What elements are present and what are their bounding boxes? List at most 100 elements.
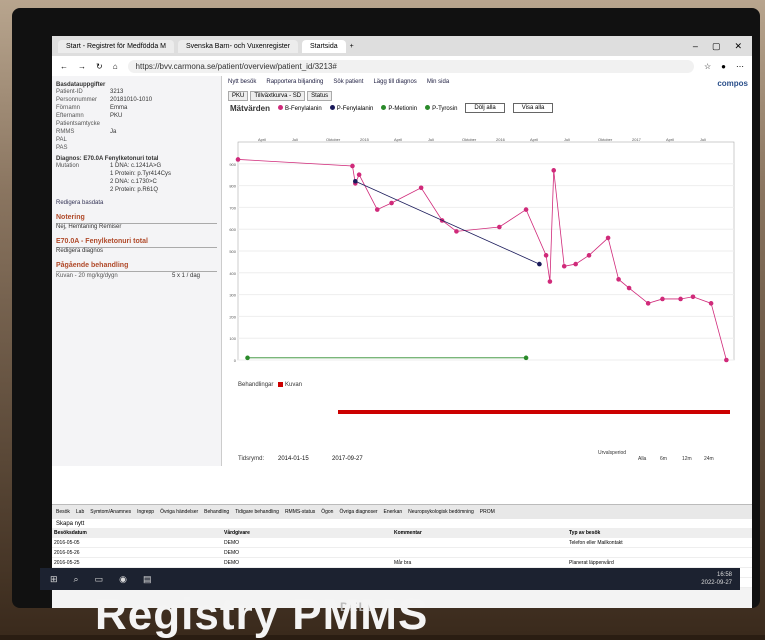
mutation-list: 1 DNA: c.1241A>G 1 Protein: p.Tyr414Cys 2 … bbox=[110, 162, 171, 194]
address-bar: ← → ↻ ⌂ https://bvv.carmona.se/patient/o… bbox=[52, 56, 752, 77]
range-button[interactable]: Alla bbox=[638, 456, 647, 462]
data-point bbox=[418, 185, 424, 191]
taskview-icon[interactable]: ▭ bbox=[95, 574, 104, 585]
y-tick-label: 600 bbox=[229, 227, 236, 232]
hide-all-button[interactable]: Dölj alla bbox=[465, 103, 505, 113]
tab-3[interactable]: Startsida bbox=[302, 39, 346, 53]
table-row[interactable]: 2016-05-25 DEMO Mår bra Planerat läppenvård bbox=[52, 558, 752, 568]
bottom-tab[interactable]: Behandling bbox=[204, 509, 229, 515]
treatment-drug: Kuvan - 20 mg/kg/dygn bbox=[56, 273, 118, 279]
toolbar-my-page[interactable]: Min sida bbox=[427, 79, 449, 88]
x-tick-label: April bbox=[530, 137, 538, 142]
data-point bbox=[561, 263, 567, 269]
home-icon[interactable]: ⌂ bbox=[113, 62, 118, 71]
legend-item-p-met[interactable]: P-Metionin bbox=[381, 104, 417, 112]
data-point bbox=[708, 301, 714, 306]
range-button[interactable]: 6m bbox=[660, 456, 667, 462]
table-row[interactable]: 2016-05-26 DEMO bbox=[52, 548, 752, 558]
start-icon[interactable]: ⊞ bbox=[50, 574, 58, 585]
forward-icon[interactable]: → bbox=[78, 62, 86, 71]
x-tick-label: Oktober bbox=[598, 137, 613, 142]
data-point bbox=[537, 261, 542, 267]
toolbar-search-patient[interactable]: Sök patient bbox=[333, 79, 363, 88]
bottom-tab[interactable]: PROM bbox=[480, 509, 495, 515]
minimize-icon[interactable]: – bbox=[693, 41, 698, 52]
edge-icon[interactable]: ◉ bbox=[119, 574, 127, 585]
bottom-tab[interactable]: Tidigare behandling bbox=[235, 509, 279, 515]
bottom-tab[interactable]: Besök bbox=[56, 509, 70, 515]
bottom-tab[interactable]: Lab bbox=[76, 509, 84, 515]
y-tick-label: 800 bbox=[229, 184, 236, 189]
close-icon[interactable]: ✕ bbox=[734, 41, 742, 52]
measurement-chart: 0 100 200 300 400 500 600 700 800 900 April Juli Okt… bbox=[229, 137, 735, 462]
col-caregiver[interactable]: Vårdgivare bbox=[224, 530, 394, 536]
new-tab-icon[interactable]: + bbox=[350, 43, 354, 50]
maximize-icon[interactable]: ▢ bbox=[712, 41, 721, 52]
table-cell: DEMO bbox=[224, 559, 239, 566]
data-point bbox=[350, 163, 355, 169]
toolbar-report[interactable]: Rapportera biljanding bbox=[266, 79, 323, 88]
col-comment[interactable]: Kommentar bbox=[394, 530, 569, 536]
mutation-item: 1 Protein: p.Tyr414Cys bbox=[110, 171, 172, 177]
create-new-button[interactable]: Skapa nytt bbox=[52, 520, 752, 528]
star-icon[interactable]: ☆ bbox=[704, 62, 711, 71]
treatment-section[interactable]: Pågående behandling bbox=[56, 262, 217, 272]
patient-field: Personnummer 20181010-1010 bbox=[56, 97, 153, 103]
search-icon[interactable]: ⌕ bbox=[74, 574, 79, 585]
col-type[interactable]: Typ av besök bbox=[569, 530, 752, 536]
data-point bbox=[645, 301, 651, 306]
reload-icon[interactable]: ↻ bbox=[96, 62, 103, 71]
patient-field: Efternamn PKU bbox=[56, 113, 123, 119]
data-point bbox=[690, 294, 696, 300]
data-point bbox=[547, 279, 553, 284]
url-field[interactable]: https://bvv.carmona.se/patient/overview/… bbox=[127, 59, 694, 73]
profile-icon[interactable]: ● bbox=[721, 62, 726, 71]
tab-pku[interactable]: PKU bbox=[228, 91, 249, 101]
x-tick-label: Juli bbox=[700, 137, 706, 142]
bottom-tab[interactable]: Symtom/Anamnes bbox=[90, 509, 131, 515]
data-point bbox=[353, 178, 358, 184]
bottom-tab[interactable]: Övriga diagnoser bbox=[339, 509, 377, 515]
show-all-button[interactable]: Visa alla bbox=[512, 103, 554, 113]
table-cell: Telefon eller Mailkontakt bbox=[569, 539, 623, 546]
diagnosis-section[interactable]: E70.0A - Fenylketonuri total bbox=[56, 238, 217, 248]
treatment-row: Kuvan - 20 mg/kg/dygn 5 x 1 / dag bbox=[56, 272, 217, 280]
tab-1[interactable]: Start - Registret för Medfödda M bbox=[58, 39, 174, 53]
toolbar-add-diagnosis[interactable]: Lägg till diagnos bbox=[373, 79, 416, 88]
table-row[interactable]: 2016-05-05 DEMO Telefon eller Mailkontakt bbox=[52, 538, 752, 548]
bottom-tab[interactable]: Ögon bbox=[321, 509, 333, 515]
kuvan-legend-swatch bbox=[278, 382, 283, 387]
menu-icon[interactable]: ⋯ bbox=[736, 62, 744, 71]
data-point bbox=[586, 253, 592, 258]
tab-growth[interactable]: Tillväxtkurva - SD bbox=[250, 91, 306, 101]
mutation-label: Mutation bbox=[56, 163, 80, 169]
bottom-tab[interactable]: RMMS-status bbox=[285, 509, 315, 515]
tab-2[interactable]: Svenska Barn- och Vuxenregister bbox=[177, 39, 298, 53]
patient-fields: Patient-ID 3213 Personnummer 20181010-1010 F… bbox=[56, 88, 217, 152]
legend-item-p-tyr[interactable]: P-Tyrosin bbox=[425, 104, 457, 112]
col-date[interactable]: Besöksdatum bbox=[52, 530, 224, 536]
bottom-tab[interactable]: Ingrepp bbox=[137, 509, 154, 515]
notering-text: Nej, Hemtaning Remiser bbox=[56, 224, 122, 230]
bottom-tab[interactable]: Enerkan bbox=[384, 509, 403, 515]
windows-taskbar: ⊞ ⌕ ▭ ◉ ▤ 16:58 2022-09-27 bbox=[40, 568, 740, 590]
range-button[interactable]: 12m bbox=[682, 456, 692, 462]
toolbar-new-visit[interactable]: Nytt besök bbox=[228, 79, 256, 88]
range-button[interactable]: 24m bbox=[704, 456, 714, 462]
legend-item-b-phe[interactable]: B-Fenylalanin bbox=[278, 104, 322, 112]
tab-status[interactable]: Status bbox=[307, 91, 333, 101]
notering-section[interactable]: Notering bbox=[56, 214, 217, 224]
bottom-tab[interactable]: Övriga händelser bbox=[160, 509, 198, 515]
back-icon[interactable]: ← bbox=[60, 62, 68, 71]
x-tick-label: Juli bbox=[564, 137, 570, 142]
legend-item-p-phe[interactable]: P-Fenylalanin bbox=[329, 104, 373, 112]
chart-panel: Nytt besök Rapportera biljanding Sök pat… bbox=[224, 76, 752, 486]
bottom-tab[interactable]: Neuropsykologisk bedömning bbox=[408, 509, 474, 515]
explorer-icon[interactable]: ▤ bbox=[143, 574, 152, 585]
edit-diagnosis-link[interactable]: Redigera diagnos bbox=[56, 248, 217, 254]
y-tick-label: 500 bbox=[229, 249, 236, 254]
edit-basic-link[interactable]: Redigera basdata bbox=[56, 200, 217, 206]
kuvan-bar bbox=[338, 410, 730, 414]
data-point bbox=[454, 229, 459, 234]
clock: 16:58 2022-09-27 bbox=[701, 572, 732, 586]
